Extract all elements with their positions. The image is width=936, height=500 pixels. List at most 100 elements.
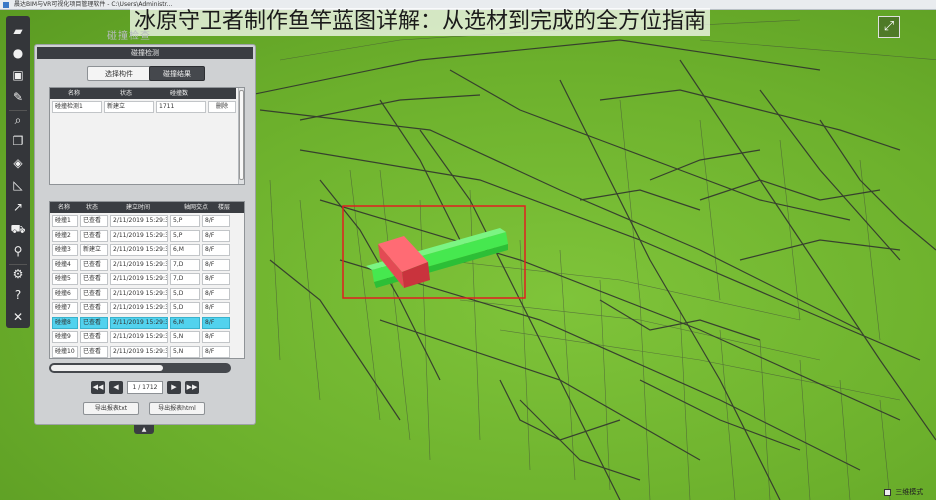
cell-status: 已查看	[80, 302, 108, 314]
layers-icon[interactable]: ❐	[9, 132, 27, 150]
table-row[interactable]: 碰撞7 已查看 2/11/2019 15:29:30 5,D 8/F	[50, 301, 240, 315]
select-components-button[interactable]: 选择构件	[87, 66, 151, 81]
cell-time: 2/11/2019 15:29:30	[110, 331, 168, 343]
table-row[interactable]: 碰撞2 已查看 2/11/2019 15:29:30 5,P 8/F	[50, 229, 240, 243]
cell-time: 2/11/2019 15:29:30	[110, 287, 168, 300]
col-floor: 楼层	[218, 204, 231, 211]
cell-floor: 8/F	[202, 345, 230, 358]
gear-icon[interactable]: ⚙	[9, 264, 27, 282]
clash-test-table-header: 名称 状态 碰撞数	[50, 88, 236, 99]
horizontal-scroll-thumb[interactable]	[51, 365, 163, 371]
cell-name: 碰撞6	[52, 287, 78, 300]
cell-axis: 5,D	[170, 287, 200, 300]
delete-button[interactable]: 删除	[208, 101, 236, 113]
window-title: 晨达BIM与VR可视化项目管理软件 - C:\Users\Administr..…	[14, 1, 173, 8]
cell-status: 已查看	[80, 273, 108, 285]
export-html-button[interactable]: 导出报表html	[149, 402, 205, 415]
chart-icon[interactable]: ↗	[9, 198, 27, 216]
export-txt-button[interactable]: 导出报表txt	[83, 402, 139, 415]
clash-results-table-header: 名称 状态 建立时间 轴网交点 楼层	[50, 202, 244, 213]
cell-time: 2/11/2019 15:29:30	[110, 316, 168, 329]
row-name: 碰撞检测1	[52, 101, 102, 113]
clash-test-table: 名称 状态 碰撞数 碰撞检测1 新建立 1711 删除	[49, 87, 245, 185]
col-status: 状态	[120, 90, 133, 97]
folder-icon[interactable]: ▰	[9, 22, 27, 40]
cell-status: 已查看	[80, 287, 108, 300]
cell-name: 碰撞9	[52, 331, 78, 343]
cell-axis: 5,P	[170, 215, 200, 227]
top-table-scroll-thumb[interactable]	[239, 90, 244, 180]
cell-name: 碰撞4	[52, 258, 78, 271]
table-row[interactable]: 碰撞检测1 新建立 1711 删除	[50, 100, 238, 114]
cell-axis: 6,M	[170, 316, 200, 329]
col-time: 建立时间	[126, 204, 151, 211]
fullscreen-icon[interactable]: ⤢	[878, 16, 900, 38]
cell-axis: 6,M	[170, 244, 200, 256]
user-icon[interactable]: ●	[9, 44, 27, 62]
cell-floor: 8/F	[202, 229, 230, 242]
search-icon[interactable]: ⌕	[9, 110, 27, 128]
view-mode-label: 三维模式	[895, 488, 924, 496]
close-icon[interactable]: ✕	[9, 308, 27, 326]
table-row[interactable]: 碰撞6 已查看 2/11/2019 15:29:30 5,D 8/F	[50, 287, 240, 301]
clash-results-button[interactable]: 碰撞结果	[149, 66, 205, 81]
panel-collapse-tab[interactable]: ▲	[134, 425, 154, 434]
cell-status: 已查看	[80, 316, 108, 329]
cell-time: 2/11/2019 15:29:30	[110, 229, 168, 242]
col-name: 名称	[68, 90, 81, 97]
first-page-button[interactable]: ◀◀	[91, 381, 105, 394]
cell-status: 已查看	[80, 331, 108, 343]
cell-time: 2/11/2019 15:29:30	[110, 258, 168, 271]
table-row[interactable]: 碰撞1 已查看 2/11/2019 15:29:30 5,P 8/F	[50, 214, 240, 228]
panel-header: 碰撞检测	[37, 47, 253, 59]
col-status: 状态	[86, 204, 99, 211]
cell-name: 碰撞2	[52, 229, 78, 242]
page-number-field[interactable]: 1 / 1712	[127, 381, 163, 394]
prev-page-button[interactable]: ◀	[109, 381, 123, 394]
cell-name: 碰撞10	[52, 345, 78, 358]
table-row[interactable]: 碰撞9 已查看 2/11/2019 15:29:30 5,N 8/F	[50, 330, 240, 344]
cell-floor: 8/F	[202, 331, 230, 343]
ruler-icon[interactable]: ◺	[9, 176, 27, 194]
wrench-icon[interactable]: ✎	[9, 88, 27, 106]
table-row[interactable]: 碰撞8 已查看 2/11/2019 15:29:30 6,M 8/F	[50, 316, 240, 330]
app-logo-icon	[3, 2, 9, 8]
top-table-scrollbar[interactable]	[238, 88, 244, 184]
cell-name: 碰撞5	[52, 273, 78, 285]
pin-icon[interactable]: ⚲	[9, 242, 27, 260]
table-row[interactable]: 碰撞10 已查看 2/11/2019 15:29:30 5,N 8/F	[50, 345, 240, 359]
cell-floor: 8/F	[202, 302, 230, 314]
cell-floor: 8/F	[202, 244, 230, 256]
col-count: 碰撞数	[170, 90, 189, 97]
next-page-button[interactable]: ▶	[167, 381, 181, 394]
cube-icon[interactable]: ◈	[9, 154, 27, 172]
cell-axis: 7,D	[170, 273, 200, 285]
cell-status: 已查看	[80, 345, 108, 358]
cell-name: 碰撞1	[52, 215, 78, 227]
cell-floor: 8/F	[202, 287, 230, 300]
image-icon[interactable]: ▣	[9, 66, 27, 84]
results-horizontal-scrollbar[interactable]	[49, 363, 231, 373]
view-mode-icon	[884, 488, 891, 496]
table-row[interactable]: 碰撞3 新建立 2/11/2019 15:29:30 6,M 8/F	[50, 243, 240, 257]
cell-time: 2/11/2019 15:29:30	[110, 273, 168, 285]
cell-time: 2/11/2019 15:29:30	[110, 215, 168, 227]
cell-status: 新建立	[80, 244, 108, 256]
cell-axis: 5,N	[170, 345, 200, 358]
table-row[interactable]: 碰撞5 已查看 2/11/2019 15:29:30 7,D 8/F	[50, 272, 240, 286]
cell-time: 2/11/2019 15:29:30	[110, 244, 168, 256]
row-count: 1711	[156, 101, 206, 113]
col-axis: 轴网交点	[184, 204, 209, 211]
left-toolbar: ▰ ● ▣ ✎ ⌕ ❐ ◈ ◺ ↗ ⛟ ⚲ ⚙ ? ✕	[6, 16, 30, 328]
cell-status: 已查看	[80, 215, 108, 227]
car-icon[interactable]: ⛟	[9, 220, 27, 238]
table-row[interactable]: 碰撞4 已查看 2/11/2019 15:29:30 7,D 8/F	[50, 258, 240, 272]
help-icon[interactable]: ?	[9, 286, 27, 304]
cell-floor: 8/F	[202, 258, 230, 271]
cell-time: 2/11/2019 15:29:30	[110, 345, 168, 358]
last-page-button[interactable]: ▶▶	[185, 381, 199, 394]
clash-results-table: 名称 状态 建立时间 轴网交点 楼层 碰撞1 已查看 2/11/2019 15:29…	[49, 201, 245, 359]
view-mode-indicator[interactable]: 三维模式	[884, 487, 923, 497]
cell-name: 碰撞3	[52, 244, 78, 256]
cell-status: 已查看	[80, 258, 108, 271]
